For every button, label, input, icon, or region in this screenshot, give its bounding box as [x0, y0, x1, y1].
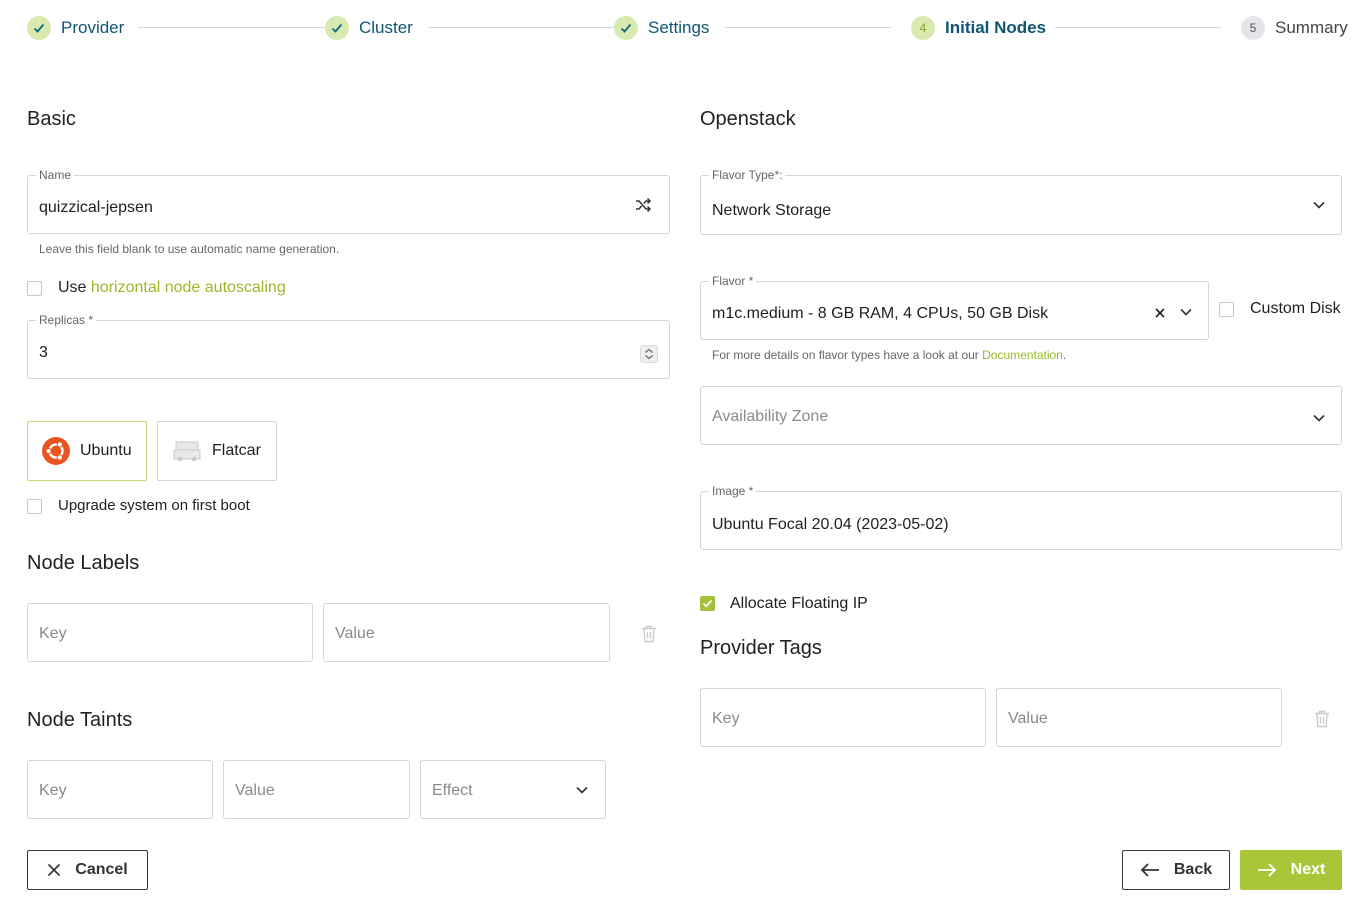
- os-ubuntu-button[interactable]: Ubuntu: [27, 421, 147, 481]
- close-icon: [48, 863, 61, 877]
- replicas-input[interactable]: 3: [39, 344, 48, 362]
- step-initial-nodes[interactable]: 4 Initial Nodes: [911, 14, 1046, 42]
- step-number: 4: [911, 16, 935, 40]
- node-taint-key-input[interactable]: Key: [27, 760, 213, 819]
- autoscaling-prefix: Use: [58, 279, 87, 296]
- step-summary[interactable]: 5 Summary: [1241, 14, 1348, 42]
- step-settings[interactable]: Settings: [614, 14, 709, 42]
- step-number: 5: [1241, 16, 1265, 40]
- placeholder: Key: [712, 710, 740, 727]
- step-label: Settings: [648, 18, 710, 37]
- node-taint-value-input[interactable]: Value: [223, 760, 410, 819]
- chevron-down-icon: [1312, 411, 1326, 430]
- trash-icon[interactable]: [641, 625, 657, 648]
- placeholder: Availability Zone: [712, 408, 829, 425]
- ubuntu-logo-icon: [42, 437, 70, 465]
- name-hint: Leave this field blank to use automatic …: [39, 242, 340, 256]
- placeholder: Key: [39, 625, 67, 642]
- node-label-key-input[interactable]: Key: [27, 603, 313, 662]
- autoscaling-label: Use horizontal node autoscaling: [58, 279, 286, 297]
- clear-icon[interactable]: [1154, 306, 1166, 324]
- section-heading-node-taints: Node Taints: [27, 709, 133, 731]
- os-label: Flatcar: [212, 442, 261, 459]
- chevron-down-icon: [1312, 198, 1326, 217]
- step-connector: [138, 27, 332, 28]
- button-label: Cancel: [75, 861, 128, 878]
- check-icon: [325, 16, 349, 40]
- flatcar-logo-icon: [172, 440, 202, 462]
- os-flatcar-button[interactable]: Flatcar: [157, 421, 277, 481]
- flavor-type-value: Network Storage: [712, 202, 832, 219]
- custom-disk-checkbox[interactable]: [1219, 302, 1234, 317]
- provider-tag-key-input[interactable]: Key: [700, 688, 986, 747]
- flavor-select[interactable]: Flavor * m1c.medium - 8 GB RAM, 4 CPUs, …: [700, 274, 1209, 340]
- section-heading-node-labels: Node Labels: [27, 552, 140, 574]
- flavor-type-select[interactable]: Flavor Type*: Network Storage: [700, 168, 1342, 235]
- field-label: Flavor *: [709, 274, 757, 288]
- autoscaling-checkbox[interactable]: [27, 281, 42, 296]
- step-connector: [725, 27, 891, 28]
- stepper-arrows-icon[interactable]: [640, 345, 658, 368]
- availability-zone-select[interactable]: Availability Zone: [700, 386, 1342, 445]
- placeholder: Key: [39, 782, 67, 799]
- arrow-left-icon: [1140, 863, 1159, 877]
- placeholder: Value: [235, 782, 275, 799]
- floating-ip-checkbox[interactable]: [700, 596, 715, 611]
- placeholder: Value: [335, 625, 375, 642]
- flavor-value: m1c.medium - 8 GB RAM, 4 CPUs, 50 GB Dis…: [712, 305, 1049, 322]
- check-icon: [614, 16, 638, 40]
- step-connector: [428, 27, 621, 28]
- field-label: Image *: [709, 484, 757, 498]
- hint-text: For more details on flavor types have a …: [712, 348, 983, 362]
- button-label: Next: [1290, 861, 1326, 878]
- field-label: Name: [36, 168, 75, 182]
- step-label: Provider: [61, 18, 125, 37]
- chevron-down-icon: [1179, 305, 1193, 324]
- name-field[interactable]: Name quizzical-jepsen: [27, 168, 670, 234]
- placeholder: Effect: [432, 782, 473, 799]
- step-label: Initial Nodes: [945, 18, 1047, 37]
- shuffle-icon[interactable]: [634, 196, 652, 219]
- step-cluster[interactable]: Cluster: [325, 14, 413, 42]
- placeholder: Value: [1008, 710, 1048, 727]
- upgrade-label: Upgrade system on first boot: [58, 497, 250, 514]
- image-field[interactable]: Image * Ubuntu Focal 20.04 (2023-05-02): [700, 484, 1342, 550]
- floating-ip-label: Allocate Floating IP: [730, 595, 868, 612]
- trash-icon[interactable]: [1314, 710, 1330, 733]
- step-connector: [1055, 27, 1221, 28]
- flavor-hint: For more details on flavor types have a …: [712, 348, 1066, 362]
- field-label: Flavor Type*:: [709, 168, 786, 182]
- hint-text: .: [1062, 348, 1067, 362]
- documentation-link[interactable]: Documentation: [982, 348, 1063, 362]
- name-input[interactable]: quizzical-jepsen: [39, 199, 153, 217]
- wizard-stepper: Provider Cluster Settings 4 Initial Node…: [27, 14, 1348, 42]
- next-button[interactable]: Next: [1240, 850, 1342, 890]
- image-input[interactable]: Ubuntu Focal 20.04 (2023-05-02): [712, 516, 949, 534]
- cancel-button[interactable]: Cancel: [27, 850, 148, 890]
- custom-disk-label: Custom Disk: [1250, 300, 1341, 317]
- autoscaling-link[interactable]: horizontal node autoscaling: [91, 279, 286, 296]
- os-label: Ubuntu: [80, 442, 132, 459]
- step-provider[interactable]: Provider: [27, 14, 124, 42]
- node-label-value-input[interactable]: Value: [323, 603, 610, 662]
- upgrade-checkbox[interactable]: [27, 499, 42, 514]
- back-button[interactable]: Back: [1122, 850, 1230, 890]
- node-taint-effect-select[interactable]: Effect: [420, 760, 606, 819]
- check-icon: [702, 599, 713, 608]
- arrow-right-icon: [1257, 863, 1276, 877]
- step-label: Summary: [1275, 18, 1348, 37]
- chevron-down-icon: [575, 783, 589, 802]
- field-label: Replicas *: [36, 313, 97, 327]
- check-icon: [27, 16, 51, 40]
- section-heading-provider-tags: Provider Tags: [700, 637, 822, 659]
- button-label: Back: [1173, 861, 1213, 878]
- section-heading-openstack: Openstack: [700, 108, 796, 130]
- step-label: Cluster: [359, 18, 413, 37]
- replicas-field[interactable]: Replicas * 3: [27, 313, 670, 379]
- provider-tag-value-input[interactable]: Value: [996, 688, 1282, 747]
- section-heading-basic: Basic: [27, 108, 76, 130]
